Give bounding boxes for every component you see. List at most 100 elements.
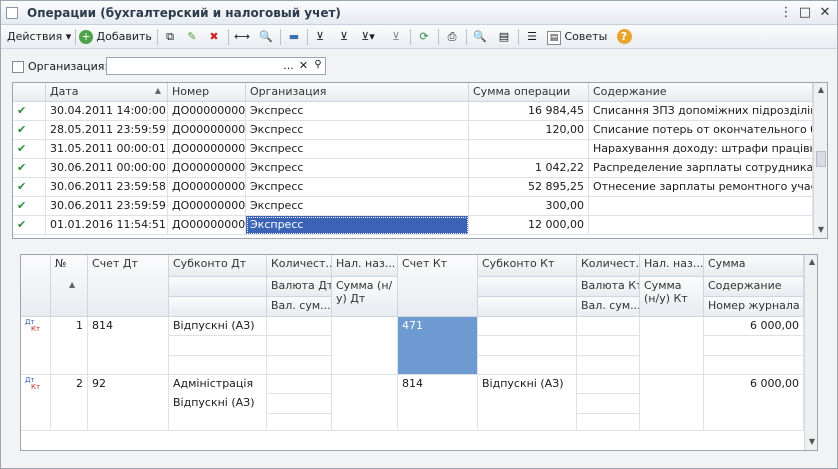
cell-date: 30.06.2011 23:59:58 [46, 178, 168, 197]
header-subkonto-dt[interactable]: Субконто Дт [169, 255, 267, 277]
cell-schet-kt-selected[interactable]: 471 [398, 317, 478, 375]
operations-window: Операции (бухгалтерский и налоговый учет… [0, 0, 838, 469]
cell-subkonto-dt-2 [169, 336, 267, 356]
header-val-dt[interactable]: Валюта Дт [267, 277, 332, 297]
cell-organization: Экспресс [246, 159, 469, 178]
cell-subkonto-kt-1: Відпускні (АЗ) [478, 375, 577, 394]
cell-nomer-zhurnala [704, 356, 804, 375]
header-sum-nu-dt[interactable]: Сумма (н/у) Дт [332, 277, 398, 317]
scroll-up-icon[interactable]: ▲ [814, 83, 827, 97]
header-kol-dt[interactable]: Количест... [267, 255, 332, 277]
cell-kol-kt [577, 317, 640, 336]
header-schet-kt[interactable]: Счет Кт [398, 255, 478, 317]
post-icon[interactable]: ▬ [285, 28, 303, 45]
header-number[interactable]: Номер [168, 83, 246, 102]
cell-val-dt [267, 336, 332, 356]
entry-dt-kt-icon: Дт Кт [21, 317, 51, 375]
preview-icon[interactable]: 🔍 [471, 28, 489, 45]
cell-organization: Экспресс [246, 197, 469, 216]
header-nomer-zhurnala[interactable]: Номер журнала [704, 297, 804, 317]
scroll-thumb[interactable] [816, 151, 826, 167]
tips-button[interactable]: ▤ Советы [547, 27, 607, 46]
posted-document-icon: ✔ [13, 159, 46, 178]
toolbar: Действия ▾ + Добавить ⧉ ✎ ✖ ⟷ 🔍 ▬ ⊻ ⊻ ⊻▾… [1, 25, 837, 49]
filter-list-icon[interactable]: ⊻▾ [359, 28, 377, 45]
header-kol-kt[interactable]: Количест... [577, 255, 640, 277]
cell-valsum-kt [577, 356, 640, 375]
operations-scrollbar[interactable]: ▲ ▼ [813, 83, 827, 238]
cell-schet-kt: 814 [398, 375, 478, 431]
cell-subkonto-kt-1 [478, 317, 577, 336]
cell-sum [469, 140, 589, 159]
cell-organization: Экспресс [246, 140, 469, 159]
header-date[interactable]: Дата ▲ [46, 83, 168, 102]
select-button[interactable]: ... [281, 59, 296, 72]
add-label: Добавить [96, 30, 152, 43]
cell-summa: 6 000,00 [704, 375, 804, 431]
search-icon[interactable]: ⚲ [311, 59, 325, 70]
header-summa[interactable]: Сумма [704, 255, 804, 277]
maximize-icon[interactable]: □ [796, 4, 814, 22]
header-subkonto-kt[interactable]: Субконто Кт [478, 255, 577, 277]
interval-icon[interactable]: ⟷ [233, 28, 251, 45]
find-icon[interactable]: 🔍 [257, 28, 275, 45]
add-button[interactable]: + Добавить [79, 27, 152, 46]
cell-val-kt [577, 394, 640, 414]
clear-icon[interactable]: ✕ [297, 59, 310, 72]
header-sum[interactable]: Сумма операции [469, 83, 589, 102]
cell-sum: 300,00 [469, 197, 589, 216]
cell-content: Распределение зарплаты сотрудника м... [589, 159, 813, 178]
header-organization[interactable]: Организация [246, 83, 469, 102]
title-bar: Операции (бухгалтерский и налоговый учет… [1, 1, 837, 25]
more-icon[interactable]: ⋮ [777, 4, 795, 22]
header-n[interactable]: № ▲ [51, 255, 88, 317]
cell-content: Отнесение зарплаты ремонтного участ... [589, 178, 813, 197]
cell-subkonto-kt-3 [478, 356, 577, 375]
header-soderzhanie[interactable]: Содержание [704, 277, 804, 297]
cell-schet-dt: 814 [88, 317, 169, 375]
app-icon [6, 7, 18, 19]
clear-filter-icon[interactable]: ⊻ [387, 28, 405, 45]
header-valsum-dt[interactable]: Вал. сум... [267, 297, 332, 317]
filter-icon[interactable]: ⊻ [311, 28, 329, 45]
header-subkonto-kt-2 [478, 277, 577, 297]
cell-date: 30.06.2011 23:59:59 [46, 197, 168, 216]
cell-subkonto-dt-1: Адміністрація [169, 375, 267, 394]
print-icon[interactable]: ⎙ [443, 28, 461, 45]
posted-document-icon: ✔ [13, 121, 46, 140]
close-icon[interactable]: ✕ [816, 4, 834, 22]
header-nal-naz-kt[interactable]: Нал. наз... [640, 255, 704, 277]
cell-n: 1 [51, 317, 88, 375]
header-content[interactable]: Содержание [589, 83, 813, 102]
cell-val-kt [577, 336, 640, 356]
operations-table: Дата ▲ Номер Организация Сумма операции С… [12, 82, 828, 239]
header-valsum-kt[interactable]: Вал. сум... [577, 297, 640, 317]
cell-date: 01.01.2016 11:54:51 [46, 216, 168, 235]
scroll-down-icon[interactable]: ▼ [805, 435, 817, 449]
organization-checkbox[interactable] [12, 61, 24, 73]
entries-scrollbar[interactable]: ▲ ▼ [804, 255, 817, 450]
cell-sum: 120,00 [469, 121, 589, 140]
organization-input[interactable]: ... ✕ ⚲ [106, 57, 326, 75]
header-nal-naz-dt[interactable]: Нал. наз... [332, 255, 398, 277]
cell-number: ДО0000000003 [168, 102, 246, 121]
filter-by-value-icon[interactable]: ⊻ [335, 28, 353, 45]
delete-icon[interactable]: ✖ [205, 28, 223, 45]
header-val-kt[interactable]: Валюта Кт [577, 277, 640, 297]
list-settings-icon[interactable]: ☰ [523, 28, 541, 45]
header-subkonto-dt-3 [169, 297, 267, 317]
scroll-up-icon[interactable]: ▲ [805, 255, 817, 269]
copy-icon[interactable]: ⧉ [161, 28, 179, 45]
header-schet-dt[interactable]: Счет Дт [88, 255, 169, 317]
scroll-down-icon[interactable]: ▼ [814, 223, 827, 237]
actions-menu[interactable]: Действия ▾ [7, 27, 71, 46]
refresh-icon[interactable]: ⟳ [415, 28, 433, 45]
header-sum-nu-kt[interactable]: Сумма (н/у) Кт [640, 277, 704, 317]
posted-document-icon: ✔ [13, 102, 46, 121]
dropdown-arrow-icon: ▾ [65, 30, 72, 43]
edit-icon[interactable]: ✎ [183, 28, 201, 45]
document-icon[interactable]: ▤ [495, 28, 513, 45]
help-icon[interactable]: ? [615, 28, 633, 45]
separator [410, 29, 411, 45]
entries-table: № ▲ Счет Дт Субконто Дт Количест... Нал. … [20, 254, 818, 451]
